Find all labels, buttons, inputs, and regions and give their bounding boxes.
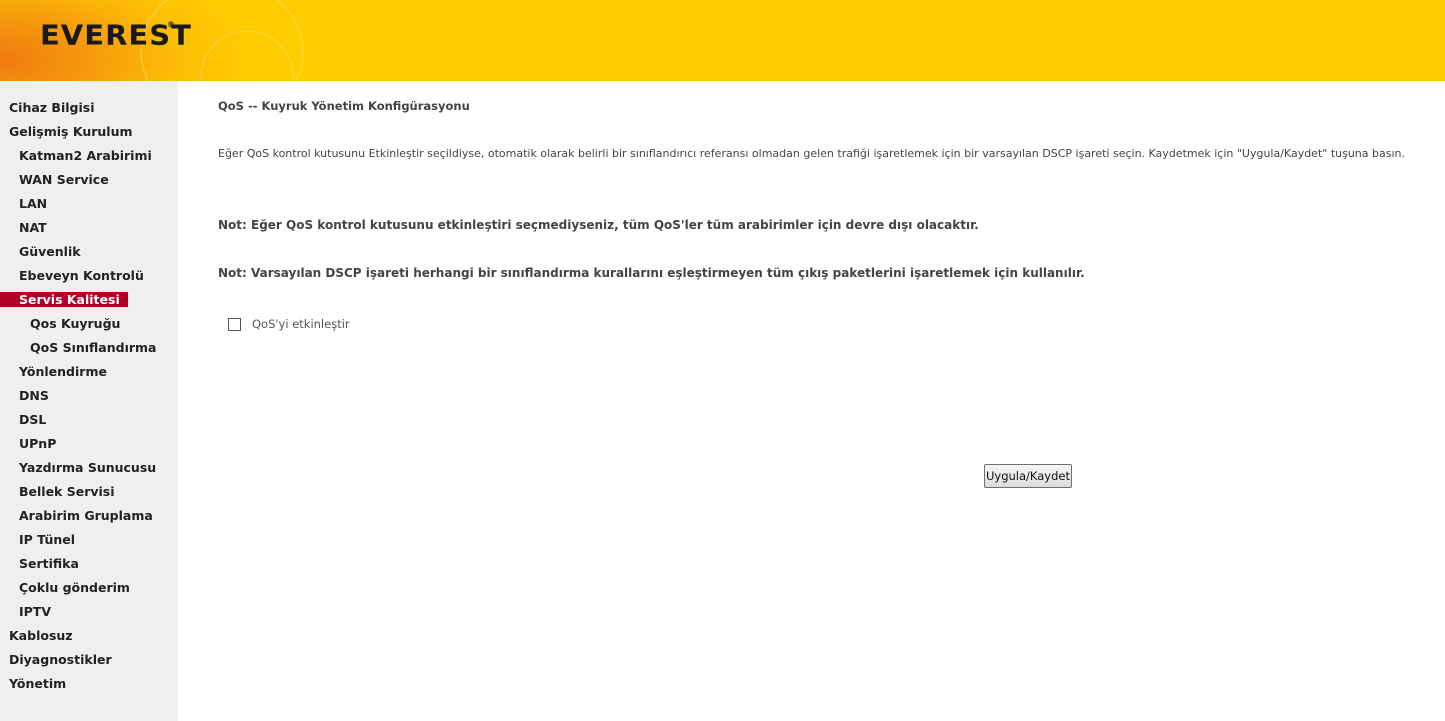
sidebar-item-bellek-servisi[interactable]: Bellek Servisi [0,480,178,504]
sidebar-item-label: Qos Kuyruğu [30,316,121,331]
sidebar-item-upnp[interactable]: UPnP [0,432,178,456]
sidebar-item-label: DNS [19,388,49,403]
sidebar-item-label: Servis Kalitesi [0,292,128,307]
sidebar-item-label: Katman2 Arabirimi [19,148,152,163]
sidebar-item-gelismis-kurulum[interactable]: Gelişmiş Kurulum [0,120,178,144]
apply-save-button[interactable]: Uygula/Kaydet [984,464,1072,488]
page-title: QoS -- Kuyruk Yönetim Konfigürasyonu [218,99,470,113]
sidebar-item-label: Cihaz Bilgisi [9,100,95,115]
sidebar-item-label: LAN [19,196,48,211]
sidebar-item-guvenlik[interactable]: Güvenlik [0,240,178,264]
sidebar-item-label: Yönlendirme [19,364,107,379]
sidebar-item-label: Sertifika [19,556,79,571]
sidebar-item-label: QoS Sınıflandırma [30,340,157,355]
sidebar-item-diyagnostikler[interactable]: Diyagnostikler [0,648,178,672]
sidebar-item-label: WAN Service [19,172,109,187]
sidebar-menu: Cihaz Bilgisi Gelişmiş Kurulum Katman2 Ara… [0,96,178,696]
brand-logo-registered-mark: ® [167,20,175,29]
sidebar-item-servis-kalitesi[interactable]: Servis Kalitesi [0,288,178,312]
sidebar-item-yazdirma-sunucusu[interactable]: Yazdırma Sunucusu [0,456,178,480]
note-disable-qos: Not: Eğer QoS kontrol kutusunu etkinleşt… [218,218,979,232]
sidebar-item-katman2-arabirimi[interactable]: Katman2 Arabirimi [0,144,178,168]
sidebar-item-ebeveyn-kontrolu[interactable]: Ebeveyn Kontrolü [0,264,178,288]
sidebar-item-sertifika[interactable]: Sertifika [0,552,178,576]
sidebar-item-label: UPnP [19,436,57,451]
sidebar-item-label: Yazdırma Sunucusu [19,460,157,475]
sidebar-item-nat[interactable]: NAT [0,216,178,240]
header-banner: EVEREST ® [0,0,1445,81]
sidebar-item-label: NAT [19,220,47,235]
sidebar-item-label: Yönetim [9,676,67,691]
sidebar-item-arabirim-gruplama[interactable]: Arabirim Gruplama [0,504,178,528]
sidebar-item-label: IP Tünel [19,532,76,547]
enable-qos-row[interactable]: QoS'yi etkinleştir [228,317,350,331]
sidebar-item-qos-kuyrugu[interactable]: Qos Kuyruğu [0,312,178,336]
sidebar-item-wan-service[interactable]: WAN Service [0,168,178,192]
page-description: Eğer QoS kontrol kutusunu Etkinleştir se… [218,147,1405,160]
sidebar-item-label: DSL [19,412,47,427]
sidebar-item-label: Çoklu gönderim [19,580,130,595]
sidebar-item-yonetim[interactable]: Yönetim [0,672,178,696]
sidebar: Cihaz Bilgisi Gelişmiş Kurulum Katman2 Ara… [0,81,178,721]
sidebar-item-cihaz-bilgisi[interactable]: Cihaz Bilgisi [0,96,178,120]
sidebar-item-label: Diyagnostikler [9,652,112,667]
sidebar-item-label: IPTV [19,604,52,619]
sidebar-item-dns[interactable]: DNS [0,384,178,408]
sidebar-item-label: Ebeveyn Kontrolü [19,268,144,283]
note-default-dscp: Not: Varsayılan DSCP işareti herhangi bi… [218,266,1085,280]
sidebar-item-iptv[interactable]: IPTV [0,600,178,624]
sidebar-item-label: Güvenlik [19,244,81,259]
enable-qos-checkbox[interactable] [228,317,241,331]
sidebar-item-label: Bellek Servisi [19,484,115,499]
sidebar-item-label: Arabirim Gruplama [19,508,153,523]
sidebar-item-ip-tunel[interactable]: IP Tünel [0,528,178,552]
sidebar-item-label: Gelişmiş Kurulum [9,124,133,139]
sidebar-item-qos-siniflandirma[interactable]: QoS Sınıflandırma [0,336,178,360]
sidebar-item-kablosuz[interactable]: Kablosuz [0,624,178,648]
sidebar-item-label: Kablosuz [9,628,73,643]
sidebar-item-coklu-gonderim[interactable]: Çoklu gönderim [0,576,178,600]
sidebar-item-dsl[interactable]: DSL [0,408,178,432]
enable-qos-label: QoS'yi etkinleştir [252,317,350,331]
sidebar-item-yonlendirme[interactable]: Yönlendirme [0,360,178,384]
sidebar-item-lan[interactable]: LAN [0,192,178,216]
